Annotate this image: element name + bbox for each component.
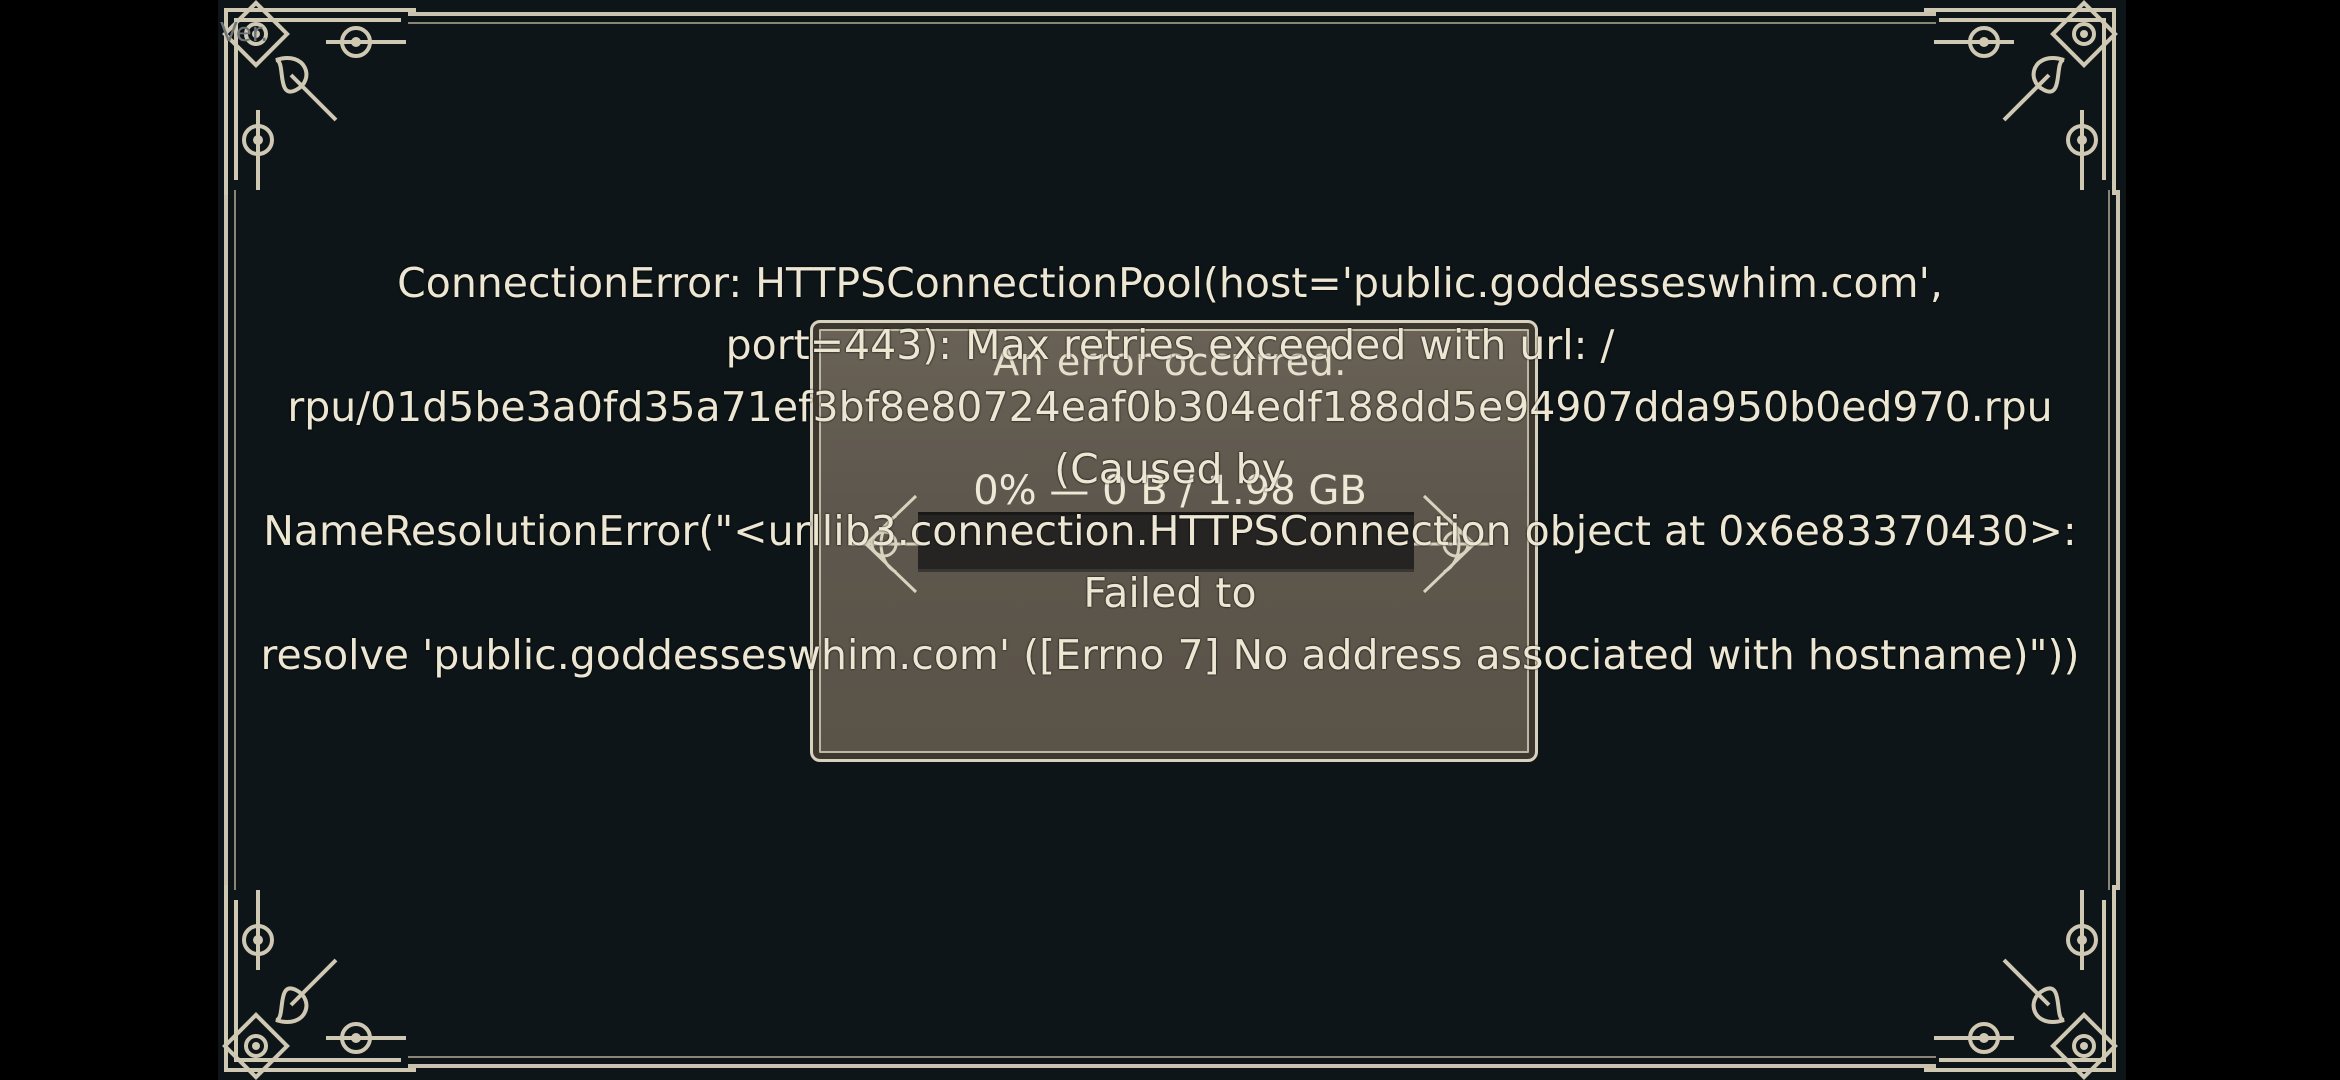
- frame-border-top-inner: [408, 22, 1936, 24]
- error-message: ConnectionError: HTTPSConnectionPool(hos…: [260, 259, 2080, 679]
- frame-border-top: [408, 12, 1936, 16]
- corner-ornament-icon: [1924, 0, 2118, 195]
- frame-border-bottom: [408, 1064, 1936, 1068]
- frame-border-bottom-inner: [408, 1056, 1936, 1058]
- corner-ornament-icon: [222, 885, 416, 1080]
- version-label: Ver.: [220, 18, 269, 48]
- corner-ornament-icon: [1924, 885, 2118, 1080]
